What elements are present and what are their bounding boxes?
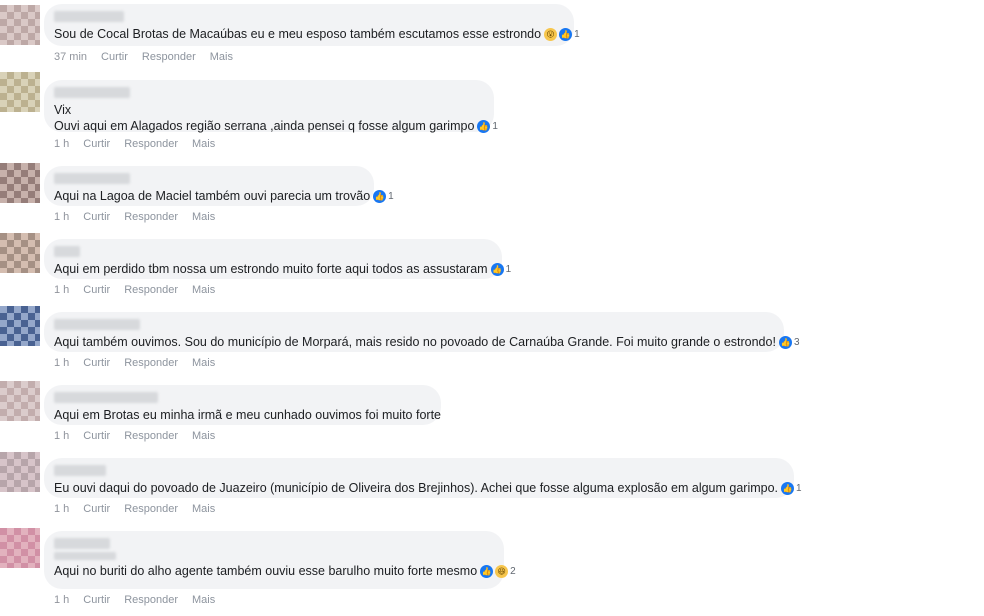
comment-bubble: Aqui também ouvimos. Sou do município de… (44, 312, 800, 352)
like-icon: 👍 (480, 565, 494, 579)
like-icon: 👍 (490, 263, 504, 277)
like-link[interactable]: Curtir (83, 430, 110, 442)
reply-link[interactable]: Responder (124, 594, 178, 606)
comment-actions: 1 h Curtir Responder Mais (54, 594, 229, 606)
author-name-blurred[interactable] (54, 538, 110, 549)
comment-actions: 1 h Curtir Responder Mais (54, 430, 229, 442)
reaction-summary[interactable]: 😮 👍 1 (544, 27, 580, 43)
reaction-summary[interactable]: 👍 1 (477, 119, 498, 135)
author-name-blurred[interactable] (54, 246, 80, 257)
reply-link[interactable]: Responder (142, 51, 196, 63)
comment-bubble: Aqui na Lagoa de Maciel também ouvi pare… (44, 166, 394, 206)
comment-time[interactable]: 1 h (54, 138, 69, 150)
avatar[interactable] (0, 72, 40, 112)
comment-text: Aqui em perdido tbm nossa um estrondo mu… (54, 262, 512, 277)
like-link[interactable]: Curtir (83, 138, 110, 150)
comment-time[interactable]: 1 h (54, 503, 69, 515)
author-name-blurred (54, 552, 116, 560)
avatar[interactable] (0, 452, 40, 492)
comment-text: Ouvi aqui em Alagados região serrana ,ai… (54, 119, 498, 134)
author-name-blurred[interactable] (54, 11, 124, 22)
like-icon: 👍 (373, 190, 387, 204)
like-link[interactable]: Curtir (83, 284, 110, 296)
reaction-summary[interactable]: 👍 1 (373, 189, 394, 205)
more-link[interactable]: Mais (192, 284, 215, 296)
comment-text: Aqui em Brotas eu minha irmã e meu cunha… (54, 408, 441, 422)
author-name-blurred[interactable] (54, 173, 130, 184)
more-link[interactable]: Mais (192, 211, 215, 223)
reaction-summary[interactable]: 👍 3 (778, 335, 800, 351)
like-icon: 👍 (559, 28, 573, 42)
more-link[interactable]: Mais (210, 51, 233, 63)
comment-actions: 37 min Curtir Responder Mais (54, 51, 247, 63)
comment-time[interactable]: 1 h (54, 430, 69, 442)
reaction-summary[interactable]: 👍 😆 2 (480, 564, 516, 580)
reaction-count: 1 (796, 482, 802, 494)
avatar[interactable] (0, 306, 40, 346)
comment-bubble: Aqui em Brotas eu minha irmã e meu cunha… (44, 385, 441, 425)
reaction-count: 1 (388, 190, 394, 202)
reply-link[interactable]: Responder (124, 138, 178, 150)
reaction-count: 3 (793, 336, 800, 348)
like-icon: 👍 (781, 482, 795, 496)
reaction-summary[interactable]: 👍 1 (781, 481, 802, 497)
reaction-count: 1 (574, 28, 580, 40)
avatar[interactable] (0, 381, 40, 421)
comment-actions: 1 h Curtir Responder Mais (54, 284, 229, 296)
reply-link[interactable]: Responder (124, 211, 178, 223)
comment-time[interactable]: 1 h (54, 284, 69, 296)
comment-text: Vix (54, 103, 72, 117)
surprised-emoji-icon: 😮 (544, 28, 558, 42)
comment-bubble: Vix Ouvi aqui em Alagados região serrana… (44, 80, 498, 134)
more-link[interactable]: Mais (192, 503, 215, 515)
reaction-count: 1 (492, 120, 498, 132)
comment-time[interactable]: 37 min (54, 51, 87, 63)
reply-link[interactable]: Responder (124, 430, 178, 442)
laughing-emoji-icon: 😆 (495, 565, 509, 579)
avatar[interactable] (0, 233, 40, 273)
like-link[interactable]: Curtir (83, 503, 110, 515)
more-link[interactable]: Mais (192, 138, 215, 150)
like-link[interactable]: Curtir (83, 357, 110, 369)
reaction-count: 1 (505, 263, 512, 275)
avatar[interactable] (0, 528, 40, 568)
avatar[interactable] (0, 5, 40, 45)
comment-text: Eu ouvi daqui do povoado de Juazeiro (mu… (54, 481, 802, 496)
like-link[interactable]: Curtir (101, 51, 128, 63)
comment-bubble: Aqui em perdido tbm nossa um estrondo mu… (44, 239, 512, 279)
author-name-blurred[interactable] (54, 392, 158, 403)
reaction-count: 2 (510, 565, 516, 577)
reaction-summary[interactable]: 👍 1 (490, 262, 512, 278)
comment-time[interactable]: 1 h (54, 357, 69, 369)
author-name-blurred[interactable] (54, 465, 106, 476)
comment-actions: 1 h Curtir Responder Mais (54, 211, 229, 223)
comment-actions: 1 h Curtir Responder Mais (54, 138, 229, 150)
more-link[interactable]: Mais (192, 594, 215, 606)
comment-text: Aqui no buriti do alho agente também ouv… (54, 564, 516, 579)
like-icon: 👍 (778, 336, 792, 350)
more-link[interactable]: Mais (192, 357, 215, 369)
comment-text: Aqui na Lagoa de Maciel também ouvi pare… (54, 189, 394, 204)
comment-bubble: Eu ouvi daqui do povoado de Juazeiro (mu… (44, 458, 802, 498)
comment-bubble: Aqui no buriti do alho agente também ouv… (44, 531, 516, 589)
like-icon: 👍 (477, 120, 491, 134)
author-name-blurred[interactable] (54, 319, 140, 330)
like-link[interactable]: Curtir (83, 211, 110, 223)
comment-text: Aqui também ouvimos. Sou do município de… (54, 335, 800, 350)
avatar[interactable] (0, 163, 40, 203)
reply-link[interactable]: Responder (124, 357, 178, 369)
comment-time[interactable]: 1 h (54, 211, 69, 223)
comment-actions: 1 h Curtir Responder Mais (54, 503, 229, 515)
reply-link[interactable]: Responder (124, 284, 178, 296)
more-link[interactable]: Mais (192, 430, 215, 442)
like-link[interactable]: Curtir (83, 594, 110, 606)
comment-actions: 1 h Curtir Responder Mais (54, 357, 229, 369)
author-name-blurred[interactable] (54, 87, 130, 98)
comment-time[interactable]: 1 h (54, 594, 69, 606)
comment-text: Sou de Cocal Brotas de Macaúbas eu e meu… (54, 27, 580, 42)
comment-bubble: Sou de Cocal Brotas de Macaúbas eu e meu… (44, 4, 580, 46)
reply-link[interactable]: Responder (124, 503, 178, 515)
